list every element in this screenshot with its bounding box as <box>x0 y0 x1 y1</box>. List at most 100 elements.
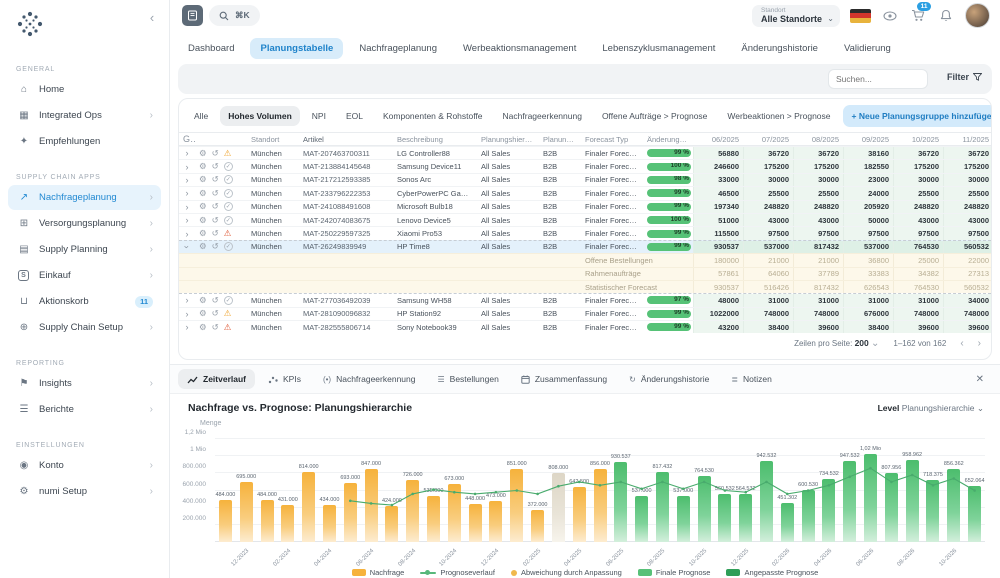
sidebar-item-versorgungsplanung[interactable]: ⊞Versorgungsplanung› <box>8 211 161 236</box>
gear-icon[interactable]: ⚙ <box>199 161 207 172</box>
page-next-button[interactable]: › <box>978 338 981 349</box>
column-header[interactable]: Änderung [... <box>643 135 693 144</box>
gear-icon[interactable]: ⚙ <box>199 295 207 306</box>
chart-bar-08-2025[interactable] <box>656 472 669 542</box>
table-row[interactable]: ›⚙↺✓MünchenMAT-242074083675Lenovo Device… <box>179 213 991 226</box>
panel-tab-notizen[interactable]: ≣Notizen <box>722 369 781 389</box>
chevron-down-icon[interactable]: ⌄ <box>871 338 879 349</box>
table-row[interactable]: ›⚙↺⚠MünchenMAT-282555806714Sony Notebook… <box>179 320 991 333</box>
sidebar-item-home[interactable]: ⌂Home <box>8 77 161 102</box>
sidebar-item-supply-planning[interactable]: ▤Supply Planning› <box>8 237 161 262</box>
sidebar-item-nachfrageplanung[interactable]: ↗Nachfrageplanung› <box>8 185 161 210</box>
column-header-month[interactable]: 07/2025 <box>743 133 793 145</box>
sidebar-item-konto[interactable]: ◉Konto› <box>8 453 161 478</box>
chip-eol[interactable]: EOL <box>338 106 371 126</box>
gear-icon[interactable]: ⚙ <box>199 148 207 159</box>
column-header[interactable]: Beschreibung <box>393 135 477 144</box>
row-expand-toggle[interactable]: › <box>179 215 195 225</box>
tab-werbeaktionsmanagement[interactable]: Werbeaktionsmanagement <box>453 38 586 59</box>
panel-tab-zeitverlauf[interactable]: Zeitverlauf <box>178 369 255 389</box>
sidebar-item-supply-chain-setup[interactable]: ⊕Supply Chain Setup› <box>8 315 161 340</box>
chart-bar-10-2026[interactable] <box>947 469 960 543</box>
chart-bar-02-2026[interactable] <box>781 503 794 542</box>
row-expand-toggle[interactable]: › <box>179 175 195 185</box>
table-row[interactable]: ›⚙↺⚠MünchenMAT-250229597325Xiaomi Pro53A… <box>179 226 991 239</box>
column-header[interactable]: Artikel <box>299 135 393 144</box>
chart-bar-04-2026[interactable] <box>822 479 835 542</box>
rows-per-page-value[interactable]: 200 <box>855 338 869 348</box>
chart-bar-03-2025[interactable] <box>552 473 565 542</box>
level-dropdown[interactable]: Level Planungshierarchie ⌄ <box>878 403 984 414</box>
column-header[interactable]: Forecast Typ <box>581 135 643 144</box>
table-row[interactable]: ›⚙↺⚠MünchenMAT-281090096832HP Station92A… <box>179 307 991 320</box>
user-avatar[interactable] <box>965 3 990 28</box>
tab-lebenszyklusmanagement[interactable]: Lebenszyklusmanagement <box>592 38 725 59</box>
history-icon[interactable]: ↺ <box>212 308 219 319</box>
chip-nachfrageerkennung[interactable]: Nachfrageerkennung <box>495 106 590 126</box>
gear-icon[interactable]: ⚙ <box>199 215 207 226</box>
sidebar-item-aktionskorb[interactable]: ⊔Aktionskorb11 <box>8 289 161 314</box>
watch-button[interactable] <box>881 7 899 25</box>
chart-bar-11-2025[interactable] <box>718 494 731 542</box>
row-expand-toggle[interactable]: › <box>179 322 195 332</box>
history-icon[interactable]: ↺ <box>212 241 219 252</box>
chart-bar-05-2025[interactable] <box>594 469 607 542</box>
history-icon[interactable]: ↺ <box>212 188 219 199</box>
chart-bar-03-2024[interactable] <box>302 472 315 542</box>
sidebar-collapse-button[interactable]: ‹ <box>143 10 161 28</box>
chart-bar-01-2025[interactable] <box>510 469 523 542</box>
tab-validierung[interactable]: Validierung <box>834 38 901 59</box>
row-expand-toggle[interactable]: › <box>179 295 195 305</box>
panel-tab-kpis[interactable]: KPIs <box>259 369 310 389</box>
row-expand-toggle[interactable]: › <box>179 229 195 239</box>
row-expand-toggle[interactable]: › <box>179 162 195 172</box>
column-header-month[interactable]: 08/2025 <box>793 133 843 145</box>
table-row[interactable]: ›⚙↺⚠MünchenMAT-207463700311LG Controller… <box>179 146 991 159</box>
table-row[interactable]: ›⚙↺✓MünchenMAT-233796222353CyberPowerPC … <box>179 186 991 199</box>
gear-icon[interactable]: ⚙ <box>199 322 207 333</box>
chart-bar-02-2024[interactable] <box>281 505 294 542</box>
chart-bar-10-2025[interactable] <box>698 476 711 542</box>
chart-bar-11-2023[interactable] <box>219 500 232 542</box>
column-header[interactable]: Planungs... <box>539 135 581 144</box>
notifications-button[interactable] <box>937 7 955 25</box>
gear-icon[interactable]: ⚙ <box>199 241 207 252</box>
history-icon[interactable]: ↺ <box>212 174 219 185</box>
chart-bar-12-2023[interactable] <box>240 482 253 542</box>
chart-bar-05-2024[interactable] <box>344 483 357 542</box>
row-expand-toggle[interactable]: › <box>179 148 195 158</box>
tab-dashboard[interactable]: Dashboard <box>178 38 244 59</box>
sidebar-item-empfehlungen[interactable]: ✦Empfehlungen <box>8 129 161 154</box>
chart-bar-07-2025[interactable] <box>635 496 648 542</box>
chip-alle[interactable]: Alle <box>186 106 216 126</box>
chart-bar-12-2024[interactable] <box>489 501 502 542</box>
tab-planungstabelle[interactable]: Planungstabelle <box>250 38 343 59</box>
journal-button[interactable] <box>182 5 203 26</box>
chart-bar-10-2024[interactable] <box>448 484 461 542</box>
chart-bar-06-2025[interactable] <box>614 462 627 542</box>
panel-tab-zusammenfassung[interactable]: Zusammenfassung <box>512 369 616 389</box>
tab-nachfrageplanung[interactable]: Nachfrageplanung <box>349 38 447 59</box>
global-search[interactable]: ⌘K <box>209 5 260 26</box>
table-row[interactable]: ›⚙↺✓MünchenMAT-217212593385Sonos ArcAll … <box>179 173 991 186</box>
chart-bar-06-2024[interactable] <box>365 469 378 542</box>
column-header[interactable]: Planungshierarc... <box>477 135 539 144</box>
chart-bar-07-2024[interactable] <box>385 506 398 542</box>
add-planning-group-button[interactable]: + Neue Planungsgruppe hinzufügen <box>843 105 993 127</box>
chart-bar-11-2024[interactable] <box>469 504 482 542</box>
language-flag-german[interactable] <box>850 9 871 23</box>
sidebar-item-einkauf[interactable]: SEinkauf› <box>8 263 161 288</box>
chart-bar-12-2025[interactable] <box>739 494 752 542</box>
gear-icon[interactable]: ⚙ <box>199 188 207 199</box>
chart-bar-03-2026[interactable] <box>802 490 815 542</box>
chart-bar-04-2025[interactable] <box>573 487 586 542</box>
column-header-month[interactable]: 09/2025 <box>843 133 893 145</box>
chart-bar-08-2026[interactable] <box>906 460 919 542</box>
sidebar-item-numi-setup[interactable]: ⚙numi Setup› <box>8 479 161 504</box>
chart-bar-09-2025[interactable] <box>677 496 690 542</box>
chart-bar-09-2026[interactable] <box>926 480 939 542</box>
page-prev-button[interactable]: ‹ <box>960 338 963 349</box>
search-input[interactable] <box>828 69 928 89</box>
filter-button[interactable]: Filter <box>947 72 982 82</box>
chart-bar-05-2026[interactable] <box>843 461 856 542</box>
